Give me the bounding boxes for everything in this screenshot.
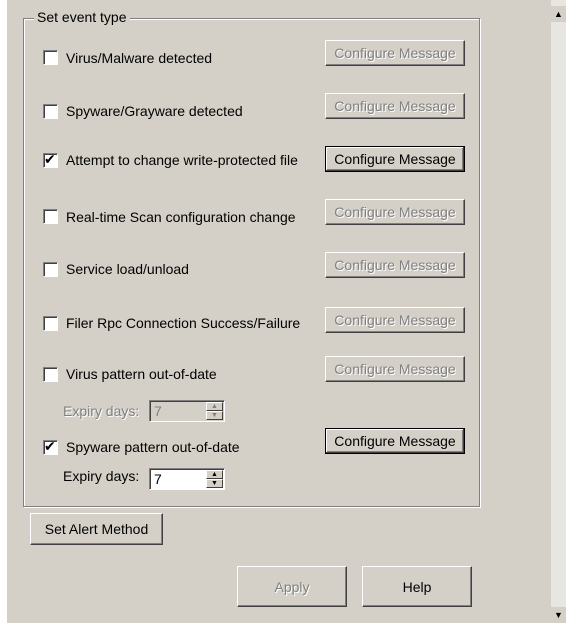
set-alert-method-button[interactable]: Set Alert Method bbox=[30, 513, 163, 545]
expiry-days-label-spyware: Expiry days: bbox=[63, 468, 140, 484]
label-virus-malware: Virus/Malware detected bbox=[66, 50, 213, 66]
configure-message-button-spyware-grayware[interactable]: Configure Message bbox=[325, 93, 465, 119]
spin-down-arrow-icon[interactable]: ▼ bbox=[206, 479, 223, 488]
checkmark-icon: ✔ bbox=[44, 438, 56, 454]
expiry-days-spinner-spyware[interactable]: 7 ▲ ▼ bbox=[149, 468, 225, 490]
checkbox-virus-malware[interactable] bbox=[43, 50, 58, 65]
label-write-protected: Attempt to change write-protected file bbox=[66, 152, 298, 168]
expiry-days-spinner-virus[interactable]: 7 ▲ ▼ bbox=[149, 400, 225, 422]
spinner-arrows: ▲ ▼ bbox=[206, 470, 223, 488]
spin-down-arrow-icon[interactable]: ▼ bbox=[206, 411, 223, 420]
label-filer-rpc: Filer Rpc Connection Success/Failure bbox=[66, 315, 301, 331]
label-realtime-scan-config: Real-time Scan configuration change bbox=[66, 209, 296, 225]
configure-message-button-virus-pattern[interactable]: Configure Message bbox=[325, 356, 465, 382]
configure-message-button-virus-malware[interactable]: Configure Message bbox=[325, 40, 465, 66]
spinner-arrows: ▲ ▼ bbox=[206, 402, 223, 420]
label-virus-pattern: Virus pattern out-of-date bbox=[66, 366, 217, 382]
scroll-up-arrow-icon[interactable]: ▲ bbox=[551, 6, 566, 22]
label-spyware-grayware: Spyware/Grayware detected bbox=[66, 103, 243, 119]
checkbox-spyware-pattern[interactable]: ✔ bbox=[43, 438, 58, 455]
checkmark-icon: ✔ bbox=[44, 151, 56, 167]
group-title: Set event type bbox=[34, 9, 130, 25]
configure-message-button-service-load[interactable]: Configure Message bbox=[325, 252, 465, 278]
checkbox-virus-pattern[interactable] bbox=[43, 367, 58, 382]
expiry-days-label-virus: Expiry days: bbox=[63, 403, 140, 419]
checkbox-write-protected[interactable]: ✔ bbox=[43, 151, 58, 168]
help-button[interactable]: Help bbox=[362, 566, 472, 607]
label-service-load: Service load/unload bbox=[66, 261, 189, 277]
scroll-down-arrow-icon[interactable]: ▼ bbox=[551, 607, 566, 623]
checkbox-filer-rpc[interactable] bbox=[43, 316, 58, 331]
checkbox-service-load[interactable] bbox=[43, 262, 58, 277]
apply-button[interactable]: Apply bbox=[237, 566, 347, 607]
configure-message-button-write-protected[interactable]: Configure Message bbox=[325, 146, 465, 172]
spin-up-arrow-icon[interactable]: ▲ bbox=[206, 470, 223, 479]
checkbox-realtime-scan-config[interactable] bbox=[43, 209, 58, 224]
spin-up-arrow-icon[interactable]: ▲ bbox=[206, 402, 223, 411]
expiry-days-value-spyware[interactable]: 7 bbox=[154, 471, 162, 487]
configure-message-button-realtime-scan-config[interactable]: Configure Message bbox=[325, 199, 465, 225]
configure-message-button-filer-rpc[interactable]: Configure Message bbox=[325, 307, 465, 333]
checkbox-spyware-grayware[interactable] bbox=[43, 104, 58, 119]
expiry-days-value-virus[interactable]: 7 bbox=[154, 403, 162, 419]
vertical-scrollbar[interactable]: ▲ ▼ bbox=[551, 0, 566, 623]
label-spyware-pattern: Spyware pattern out-of-date bbox=[66, 439, 240, 455]
configure-message-button-spyware-pattern[interactable]: Configure Message bbox=[325, 428, 465, 454]
